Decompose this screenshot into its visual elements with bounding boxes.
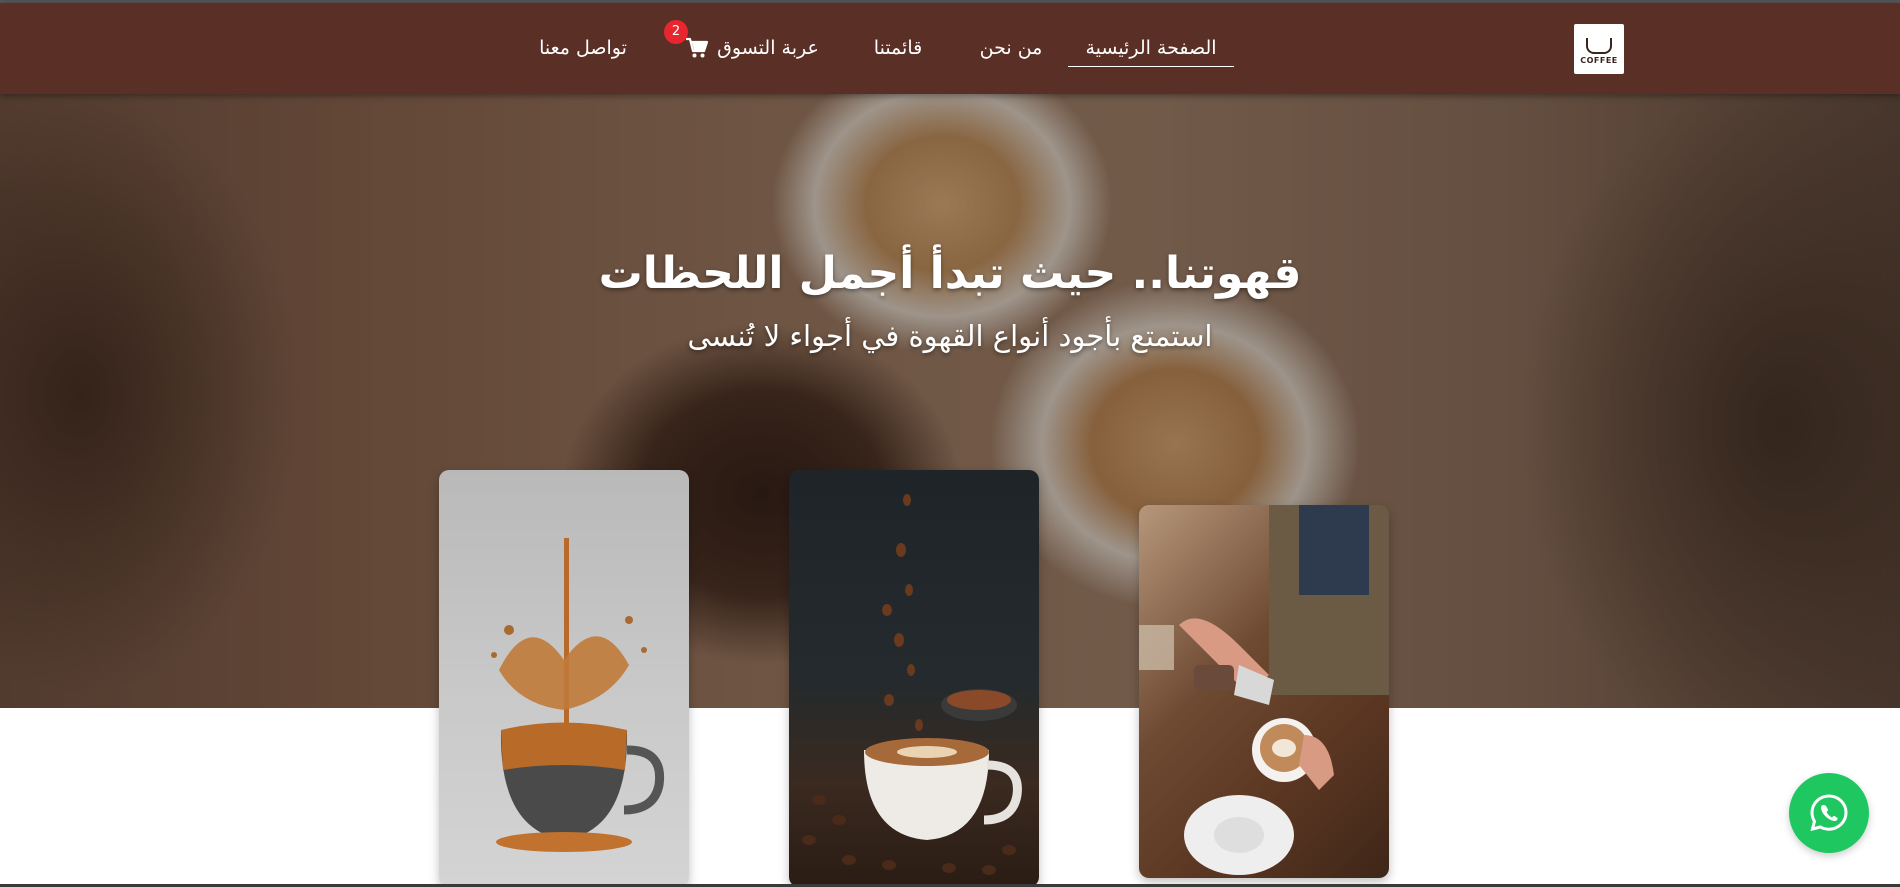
nav-link-menu[interactable]: قائمتنا [858, 33, 938, 63]
logo[interactable]: COFFEE [1574, 24, 1624, 74]
navbar: COFFEE الصفحة الرئيسية من نحن قائمتنا عر… [0, 3, 1900, 94]
nav-link-cart[interactable]: عربة التسوق [682, 33, 822, 63]
nav-link-contact[interactable]: تواصل معنا [528, 33, 638, 63]
whatsapp-button[interactable] [1789, 773, 1869, 853]
logo-text: COFFEE [1580, 55, 1618, 65]
logo-cup-icon [1586, 37, 1612, 54]
product-card-coffee-beans[interactable] [789, 470, 1039, 887]
nav-link-about[interactable]: من نحن [966, 33, 1056, 63]
shopping-cart-icon [686, 37, 709, 58]
hero-subtitle: استمتع بأجود أنواع القهوة في أجواء لا تُ… [687, 319, 1213, 353]
barista-latte-image [1139, 505, 1389, 875]
nav-cart-label: عربة التسوق [717, 37, 819, 59]
whatsapp-icon [1810, 794, 1848, 832]
product-card-coffee-splash[interactable] [439, 470, 689, 887]
coffee-beans-image [802, 494, 1022, 875]
product-card-latte-art[interactable] [1139, 505, 1389, 878]
nav-link-home[interactable]: الصفحة الرئيسية [1068, 33, 1234, 67]
hero-title: قهوتنا.. حيث تبدأ أجمل اللحظات [598, 248, 1302, 299]
coffee-splash-image [491, 538, 665, 852]
cart-count-badge: 2 [664, 20, 688, 44]
